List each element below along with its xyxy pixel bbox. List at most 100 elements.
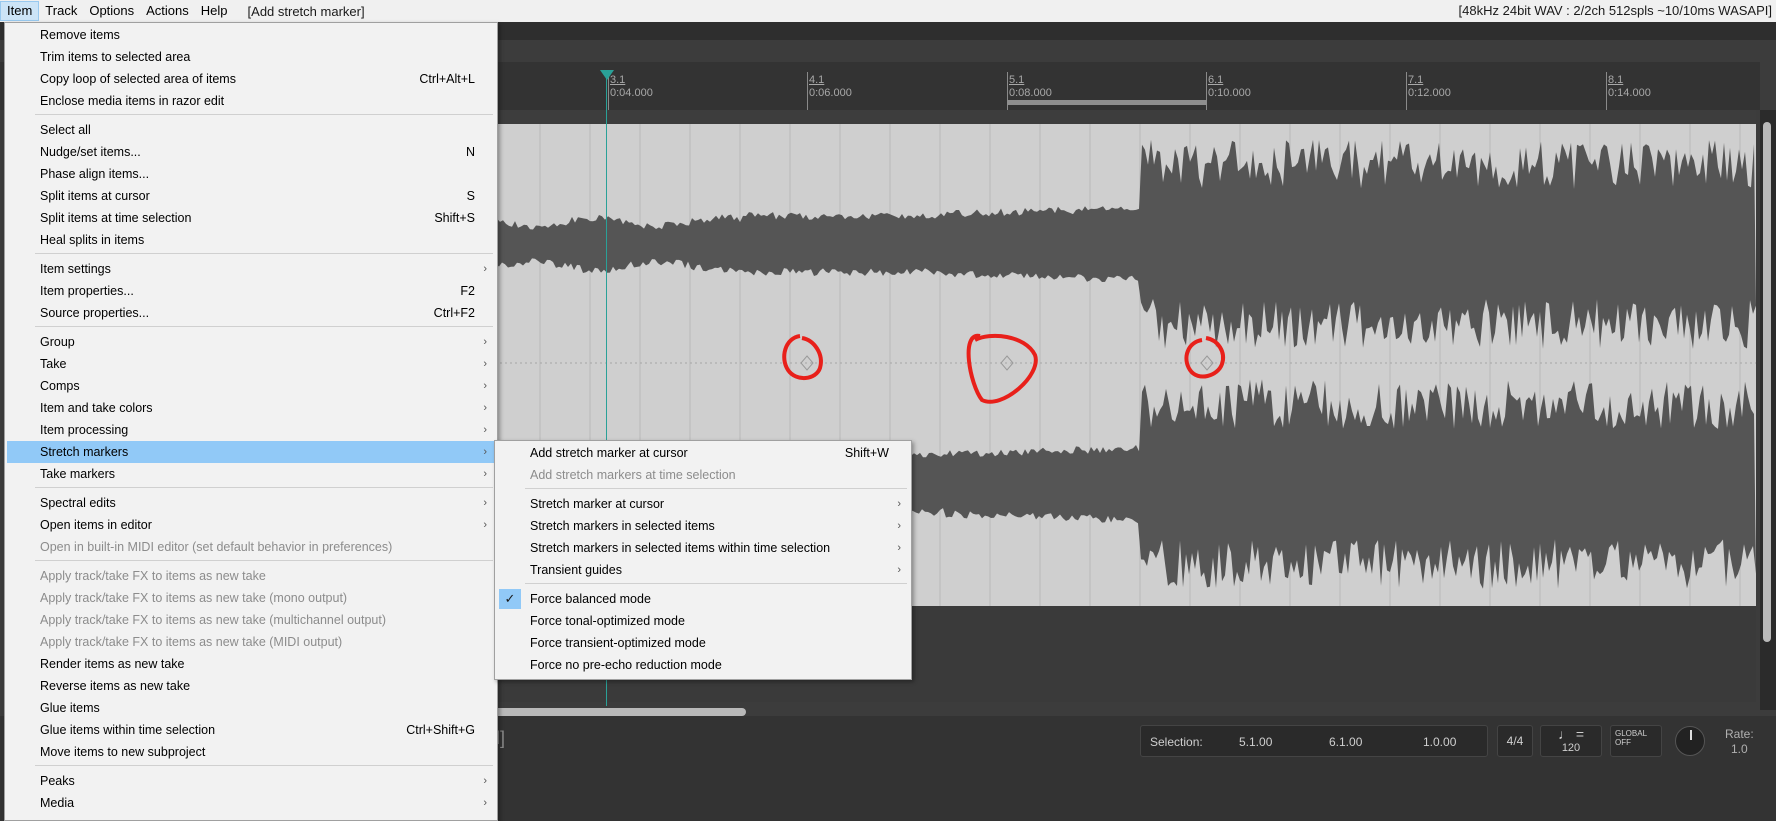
selection-end[interactable]: 6.1.00 [1329,735,1362,749]
chevron-right-icon: › [483,797,487,809]
menu-item-force-transient-optimized-mode[interactable]: Force transient-optimized mode [497,632,909,654]
menu-item-item-properties[interactable]: Item properties... F2 [7,280,495,302]
menu-item-label: Enclose media items in razor edit [40,94,225,108]
chevron-right-icon: › [483,358,487,370]
menu-item-stretch-markers-in-selected-items-within-time-selection[interactable]: Stretch markers in selected items within… [497,537,909,559]
menu-item-spectral-edits[interactable]: Spectral edits › [7,492,495,514]
menu-item-label: Heal splits in items [40,233,145,247]
menu-item-phase-align-items[interactable]: Phase align items... [7,163,495,185]
menu-item-glue-items-within-time-selection[interactable]: Glue items within time selection Ctrl+Shi… [7,719,495,741]
audio-device-status[interactable]: [48kHz 24bit WAV : 2/2ch 512spls ~10/10m… [1459,0,1772,22]
menu-separator [35,326,493,327]
ruler-tick [1606,72,1607,110]
selection-label: Selection: [1150,735,1203,749]
global-label: GLOBAL [1615,729,1648,738]
selection-start[interactable]: 5.1.00 [1239,735,1272,749]
menu-item-item-and-take-colors[interactable]: Item and take colors › [7,397,495,419]
menu-item-item-settings[interactable]: Item settings › [7,258,495,280]
menu-item-label: Split items at cursor [40,189,150,203]
menu-item-label: Transient guides [530,563,622,577]
menu-item-label: Group [40,335,75,349]
item-name-label[interactable]: 910.mp4 [440,110,1756,124]
menu-item[interactable]: Item [0,1,40,21]
menu-item-item-processing[interactable]: Item processing › [7,419,495,441]
menu-item-add-stretch-marker-at-cursor[interactable]: Add stretch marker at cursor Shift+W [497,442,909,464]
menu-item-enclose-media-items-in-razor-edit[interactable]: Enclose media items in razor edit [7,90,495,112]
menu-item-transient-guides[interactable]: Transient guides › [497,559,909,581]
selection-display[interactable]: Selection: 5.1.00 6.1.00 1.0.00 [1140,725,1488,757]
menu-item-label: Open items in editor [40,518,152,532]
global-automation-button[interactable]: GLOBAL OFF [1610,725,1662,757]
menu-track[interactable]: Track [39,1,83,21]
vertical-scroll-thumb[interactable] [1763,122,1771,642]
menu-item-glue-items[interactable]: Glue items [7,697,495,719]
menu-item-label: Take markers [40,467,116,481]
menu-item-media[interactable]: Media › [7,792,495,814]
menu-item-stretch-marker-at-cursor[interactable]: Stretch marker at cursor › [497,493,909,515]
tempo-display[interactable]: ♩ = 120 [1540,725,1602,757]
chevron-right-icon: › [483,402,487,414]
menu-item-label: Remove items [40,28,120,42]
menu-item-shortcut: Shift+W [844,446,889,460]
menu-item-add-stretch-markers-at-time-selection: Add stretch markers at time selection [497,464,909,486]
menu-item-force-no-pre-echo-reduction-mode[interactable]: Force no pre-echo reduction mode [497,654,909,676]
chevron-right-icon: › [483,468,487,480]
menu-item-label: Media [40,796,75,810]
menu-item-copy-loop-of-selected-area-of-items[interactable]: Copy loop of selected area of items Ctrl+… [7,68,495,90]
menu-item-open-items-in-editor[interactable]: Open items in editor › [7,514,495,536]
menu-item-stretch-markers[interactable]: Stretch markers › [7,441,495,463]
menu-item-shortcut: S [466,189,475,203]
menu-item-take[interactable]: Take › [7,353,495,375]
menu-item-split-items-at-time-selection[interactable]: Split items at time selection Shift+S [7,207,495,229]
menu-item-label: Apply track/take FX to items as new take… [40,613,386,627]
bpm-note: ♩ = [1557,726,1585,742]
menu-item-label: Open in built-in MIDI editor (set defaul… [40,540,393,554]
menu-item-take-markers[interactable]: Take markers › [7,463,495,485]
menu-options[interactable]: Options [83,1,140,21]
menu-item-trim-items-to-selected-area[interactable]: Trim items to selected area [7,46,495,68]
ruler-label: 7.1 0:12.000 [1408,74,1451,99]
menu-item-nudge-set-items[interactable]: Nudge/set items... N [7,141,495,163]
menu-item-label: Glue items within time selection [40,723,216,737]
time-signature[interactable]: 4/4 [1497,725,1533,757]
menu-item-render-items-as-new-take[interactable]: Render items as new take [7,653,495,675]
menu-item-move-items-to-new-subproject[interactable]: Move items to new subproject [7,741,495,763]
menu-item-peaks[interactable]: Peaks › [7,770,495,792]
menu-separator [525,583,907,584]
menu-item-split-items-at-cursor[interactable]: Split items at cursor S [7,185,495,207]
menu-separator [35,765,493,766]
menu-item-force-balanced-mode[interactable]: ✓ Force balanced mode [497,588,909,610]
menu-help[interactable]: Help [195,1,234,21]
rate-display[interactable]: Rate: 1.0 [1725,727,1754,757]
menu-item-reverse-items-as-new-take[interactable]: Reverse items as new take [7,675,495,697]
menu-item-label: Render items as new take [40,657,185,671]
menu-actions[interactable]: Actions [140,1,195,21]
menu-item-label: Force tonal-optimized mode [530,614,685,628]
menu-item-label: Stretch marker at cursor [530,497,665,511]
menu-item-force-tonal-optimized-mode[interactable]: Force tonal-optimized mode [497,610,909,632]
menu-item-label: Item processing [40,423,129,437]
menu-item-label: Add stretch markers at time selection [530,468,736,482]
edit-cursor-head[interactable] [600,70,614,80]
menu-item-heal-splits-in-items[interactable]: Heal splits in items [7,229,495,251]
menu-item-remove-items[interactable]: Remove items [7,24,495,46]
menu-item-stretch-markers-in-selected-items[interactable]: Stretch markers in selected items › [497,515,909,537]
menu-item-open-in-built-in-midi-editor-set-default-behavior-in-preferences: Open in built-in MIDI editor (set defaul… [7,536,495,558]
menu-item-apply-track-take-fx-to-items-as-new-take-multichannel-output: Apply track/take FX to items as new take… [7,609,495,631]
menu-item-label: Split items at time selection [40,211,192,225]
chevron-right-icon: › [483,775,487,787]
chevron-right-icon: › [483,519,487,531]
menu-item-label: Phase align items... [40,167,150,181]
time-selection-bar[interactable] [1007,100,1207,105]
menu-item-apply-track-take-fx-to-items-as-new-take-mono-output: Apply track/take FX to items as new take… [7,587,495,609]
menu-item-group[interactable]: Group › [7,331,495,353]
menu-item-comps[interactable]: Comps › [7,375,495,397]
selection-length[interactable]: 1.0.00 [1423,735,1456,749]
playrate-knob[interactable] [1675,726,1705,756]
menu-item-select-all[interactable]: Select all [7,119,495,141]
menu-item-shortcut: Ctrl+Shift+G [406,723,475,737]
menu-item-source-properties[interactable]: Source properties... Ctrl+F2 [7,302,495,324]
chevron-right-icon: › [897,542,901,554]
menu-item-label: Stretch markers in selected items [530,519,715,533]
menu-item-label: Copy loop of selected area of items [40,72,236,86]
